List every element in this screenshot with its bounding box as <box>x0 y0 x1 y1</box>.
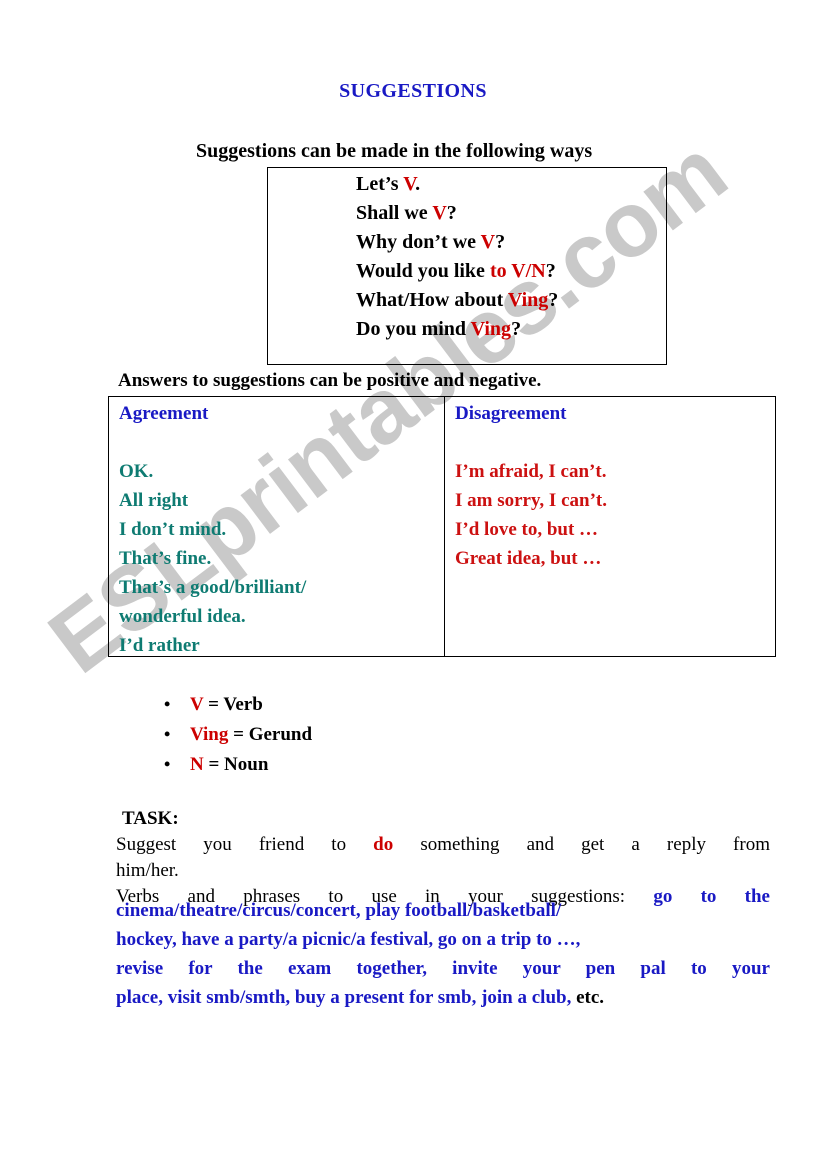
pattern-highlight: V <box>403 173 416 195</box>
list-item: I am sorry, I can’t. <box>455 490 607 511</box>
abbreviation-key-list: V = Verb Ving = Gerund N = Noun <box>160 689 313 780</box>
suggestion-patterns-list: Let’s V. Shall we V? Why don’t we V? Wou… <box>356 170 676 344</box>
pattern-row: What/How about Ving? <box>356 286 676 315</box>
pattern-punctuation: ? <box>545 260 556 282</box>
verb-phrase-line: cinema/theatre/circus/concert, play foot… <box>116 900 562 921</box>
answers-table: Agreement OK. All right I don’t mind. Th… <box>108 396 776 657</box>
pattern-text: What/How about <box>356 289 508 311</box>
table-column-agreement: Agreement OK. All right I don’t mind. Th… <box>109 397 445 656</box>
key-symbol: N <box>190 754 204 775</box>
pattern-text: Shall we <box>356 202 433 224</box>
pattern-row: Shall we V? <box>356 199 676 228</box>
list-item: OK. <box>119 461 154 482</box>
list-item: That’s fine. <box>119 548 212 569</box>
pattern-highlight: Ving <box>507 289 549 311</box>
verb-phrase-line: hockey, have a party/a picnic/a festival… <box>116 929 581 950</box>
worksheet-page: ESLprintables.com SUGGESTIONS Suggestion… <box>0 0 826 1169</box>
pattern-row: Let’s V. <box>356 170 676 199</box>
key-symbol: Ving <box>190 724 229 745</box>
page-title: SUGGESTIONS <box>339 80 487 102</box>
pattern-highlight: V <box>480 231 496 253</box>
task-line: him/her. <box>116 860 179 881</box>
verb-phrase-tail: etc. <box>571 987 605 1008</box>
list-item: wonderful idea. <box>119 606 246 627</box>
list-item: V = Verb <box>160 689 312 720</box>
pattern-highlight: V <box>432 202 447 224</box>
key-definition: = Gerund <box>228 724 313 745</box>
column-header-agreement: Agreement <box>119 403 209 424</box>
table-column-disagreement: Disagreement I’m afraid, I can’t. I am s… <box>445 397 775 656</box>
list-item: That’s a good/brilliant/ <box>119 577 307 598</box>
verb-phrase-text: place, visit smb/smth, buy a present for… <box>116 987 572 1008</box>
pattern-highlight: to V/N <box>489 260 546 282</box>
verb-phrase-line: revise for the exam together, invite you… <box>116 958 770 979</box>
task-line: Suggest you friend to do something and g… <box>116 832 770 858</box>
verb-phrase-list: cinema/theatre/circus/concert, play foot… <box>116 896 770 1012</box>
suggestion-patterns-box: Let’s V. Shall we V? Why don’t we V? Wou… <box>267 167 667 365</box>
task-text: something and get a reply from <box>393 834 770 855</box>
list-item: I’d rather <box>119 635 200 656</box>
key-definition: = Verb <box>203 694 263 715</box>
verb-phrase-line: place, visit smb/smth, buy a present for… <box>116 983 770 1012</box>
task-highlight-do: do <box>373 834 394 855</box>
task-label: TASK: <box>122 808 179 829</box>
column-header-disagreement: Disagreement <box>455 403 567 424</box>
pattern-punctuation: ? <box>446 202 457 224</box>
task-text: Suggest you friend to <box>116 834 374 855</box>
pattern-text: Do you mind <box>356 318 471 340</box>
pattern-row: Do you mind Ving? <box>356 315 676 344</box>
pattern-text: Let’s <box>356 173 404 195</box>
key-symbol: V <box>190 694 204 715</box>
list-item: All right <box>119 490 189 511</box>
pattern-punctuation: ? <box>511 318 522 340</box>
pattern-row: Would you like to V/N? <box>356 257 676 286</box>
list-item: Ving = Gerund <box>160 719 313 750</box>
subtitle: Suggestions can be made in the following… <box>196 140 593 162</box>
pattern-highlight: Ving <box>470 318 512 340</box>
list-item: N = Noun <box>160 749 312 780</box>
list-item: I’m afraid, I can’t. <box>455 461 607 482</box>
pattern-text: Why don’t we <box>356 231 481 253</box>
list-item: I don’t mind. <box>119 519 227 540</box>
pattern-text: Would you like <box>356 260 490 282</box>
pattern-row: Why don’t we V? <box>356 228 676 257</box>
pattern-punctuation: . <box>415 173 421 195</box>
pattern-punctuation: ? <box>495 231 506 253</box>
key-definition: = Noun <box>203 754 269 775</box>
list-item: Great idea, but … <box>455 548 602 569</box>
list-item: I’d love to, but … <box>455 519 599 540</box>
answers-caption: Answers to suggestions can be positive a… <box>118 370 542 391</box>
pattern-punctuation: ? <box>548 289 559 311</box>
